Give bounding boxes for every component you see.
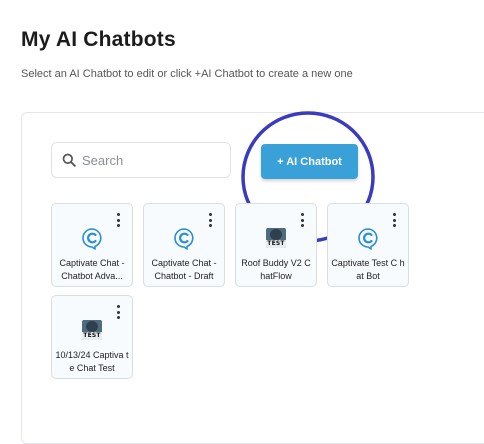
chatbot-card-label: Captivate Test C hat Bot	[331, 258, 405, 281]
more-options-icon[interactable]	[115, 213, 121, 227]
page-title: My AI Chatbots	[21, 28, 176, 51]
search-box[interactable]	[51, 142, 231, 178]
chatbot-card[interactable]: Captivate Test C hat Bot	[327, 203, 409, 287]
chatbot-card[interactable]: Captivate Chat - Chatbot Adva...	[51, 203, 133, 287]
chatbot-card-label: 10/13/24 Captiva te Chat Test	[55, 350, 129, 373]
chatbot-card-label: Roof Buddy V2 ChatFlow	[241, 258, 311, 281]
search-icon	[62, 153, 76, 167]
more-options-icon[interactable]	[391, 213, 397, 227]
more-options-icon[interactable]	[115, 305, 121, 319]
test-avatar-icon: TEST	[264, 226, 288, 250]
captivate-chat-icon	[172, 226, 196, 250]
more-options-icon[interactable]	[299, 213, 305, 227]
captivate-chat-icon	[80, 226, 104, 250]
chatbot-card[interactable]: Captivate Chat - Chatbot - Draft	[143, 203, 225, 287]
chatbot-card-label: Captivate Chat - Chatbot - Draft	[151, 258, 217, 281]
add-ai-chatbot-button[interactable]: + AI Chatbot	[261, 144, 358, 179]
chatbot-card[interactable]: TEST 10/13/24 Captiva te Chat Test	[51, 295, 133, 379]
test-avatar-icon: TEST	[80, 318, 104, 342]
page-subtitle: Select an AI Chatbot to edit or click +A…	[21, 68, 353, 80]
chatbot-card[interactable]: TEST Roof Buddy V2 ChatFlow	[235, 203, 317, 287]
chatbot-card-label: Captivate Chat - Chatbot Adva...	[59, 258, 125, 281]
more-options-icon[interactable]	[207, 213, 213, 227]
captivate-chat-icon	[356, 226, 380, 250]
search-input[interactable]	[82, 152, 222, 168]
